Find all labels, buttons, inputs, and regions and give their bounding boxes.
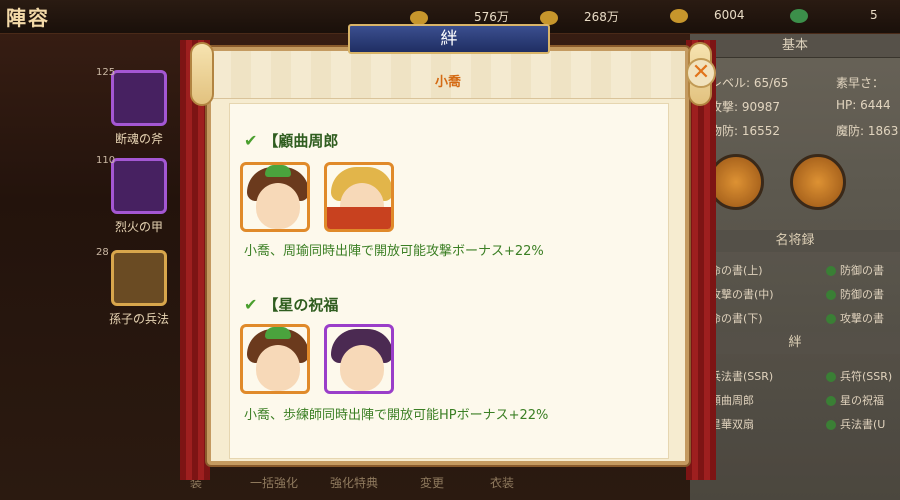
equip-book-frame: 28 <box>96 247 167 306</box>
ingot-icon <box>540 10 558 25</box>
portrait-face <box>340 345 384 391</box>
stat-attack: 攻撃: 90987 <box>710 100 781 114</box>
equip-axe-label: 断魂の斧 <box>114 132 163 146</box>
equip-axe-frame: 125 <box>96 67 167 126</box>
jade-icon <box>790 8 808 23</box>
bond-name: 【顧曲周郎 <box>263 132 339 150</box>
gold-value: 6004 <box>714 8 745 22</box>
bond-item: 兵符(SSR) <box>826 368 892 384</box>
hero-portrait-zhouyu[interactable] <box>324 162 394 232</box>
gold-resource: 6004 <box>670 8 745 23</box>
gold-icon <box>670 8 688 23</box>
check-icon: ✔ <box>244 295 258 314</box>
modal-subtitle: 小喬 <box>434 75 461 90</box>
equip-axe[interactable]: 125 断魂の斧 <box>84 67 194 147</box>
stat-magic-def: 魔防: 1863 <box>836 124 899 138</box>
bond-list: ✔ 【顧曲周郎 小喬、周瑜同時出陣で開放可能攻撃ボーナス+22% ✔ 【星の祝福 小… <box>229 103 669 459</box>
stat-hp: HP: 6444 <box>836 98 891 112</box>
ingot-resource: 268万 <box>540 8 619 25</box>
bond-section-header: 絆 <box>690 332 900 354</box>
stat-speed: 素早さ： <box>836 76 885 90</box>
bond-title: ✔ 【顧曲周郎 <box>244 130 338 151</box>
bond-description: 小喬、歩練師同時出陣で開放可能HPボーナス+22% <box>244 408 549 423</box>
ingot-value: 268万 <box>584 10 619 24</box>
skill-circle-2[interactable] <box>790 154 846 210</box>
equip-book-label: 孫子の兵法 <box>108 312 169 326</box>
portrait-face <box>256 183 300 229</box>
right-curtain <box>686 40 716 480</box>
bond-item: 星の祝福 <box>826 392 884 408</box>
jade-resource: 5 <box>790 8 878 23</box>
hero-portrait-xiaoqiao[interactable] <box>240 162 310 232</box>
bottom-tab[interactable]: 衣装 <box>490 474 514 491</box>
equip-axe-level: 125 <box>96 67 116 78</box>
bond-modal: 小喬 ✔ 【顧曲周郎 小喬、周瑜同時出陣で開放可能攻撃ボーナス+22% ✔ 【星の祝… <box>207 47 689 465</box>
stat-phys-def: 物防: 16552 <box>710 124 781 138</box>
bottom-action-bar: 装 一括強化 強化特典 変更 衣装 <box>190 470 690 500</box>
page-title: 陣容 <box>6 6 50 30</box>
bottom-tab[interactable]: 変更 <box>420 474 444 491</box>
equip-book[interactable]: 28 孫子の兵法 <box>84 247 194 327</box>
jade-value: 5 <box>870 8 878 22</box>
equip-armor-frame: 110 <box>96 155 167 214</box>
bond-title: ✔ 【星の祝福 <box>244 294 338 315</box>
coin-value: 576万 <box>474 10 509 24</box>
portrait-leaf <box>265 165 291 177</box>
famous-section-header: 名将録 <box>690 230 900 252</box>
hero-portrait-xiaoqiao[interactable] <box>240 324 310 394</box>
stat-level: レベル: 65/65 <box>710 76 789 90</box>
portrait-face <box>256 345 300 391</box>
equip-armor-level: 110 <box>96 155 116 166</box>
bond-item: 兵法書(U <box>826 416 885 432</box>
famous-item: 防御の書 <box>826 286 884 302</box>
equip-book-level: 28 <box>96 247 109 258</box>
portrait-armor <box>327 207 391 229</box>
hero-info-panel: 基本 レベル: 65/65 素早さ： 攻撃: 90987 HP: 6444 物防… <box>690 34 900 500</box>
bottom-tab[interactable]: 一括強化 <box>250 474 298 491</box>
equip-armor[interactable]: 110 烈火の甲 <box>84 155 194 235</box>
left-lantern <box>190 42 214 106</box>
bottom-tab[interactable]: 強化特典 <box>330 474 378 491</box>
equip-armor-label: 烈火の甲 <box>114 220 163 234</box>
famous-item: 防御の書 <box>826 262 884 278</box>
coin-resource: 576万 <box>410 8 509 25</box>
famous-item: 攻撃の書 <box>826 310 884 326</box>
modal-title: 絆 <box>348 24 550 54</box>
basic-header: 基本 <box>690 34 900 58</box>
check-icon: ✔ <box>244 131 258 150</box>
modal-header: 小喬 <box>211 51 685 99</box>
hero-portrait-bulianshi[interactable] <box>324 324 394 394</box>
left-curtain <box>180 40 210 480</box>
bond-name: 【星の祝福 <box>263 296 339 314</box>
bond-description: 小喬、周瑜同時出陣で開放可能攻撃ボーナス+22% <box>244 244 544 259</box>
skill-circle-1[interactable] <box>708 154 764 210</box>
coin-icon <box>410 10 428 25</box>
portrait-leaf <box>265 327 291 339</box>
close-button[interactable]: ✕ <box>686 58 716 88</box>
